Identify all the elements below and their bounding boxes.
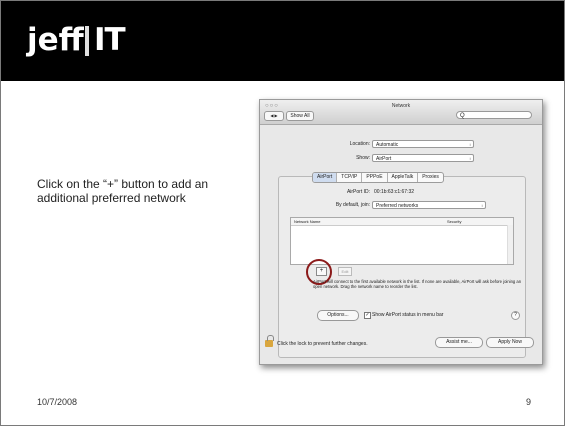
show-label: Show: <box>356 155 370 161</box>
logo-jeff-text: jeff <box>27 22 84 58</box>
table-scrollbar[interactable] <box>507 225 513 264</box>
tab-proxies[interactable]: Proxies <box>418 173 443 182</box>
slide-header: jeff IT <box>1 1 564 81</box>
popup-arrows-icon: ↕ <box>469 156 471 161</box>
show-all-button[interactable]: Show All <box>286 111 314 121</box>
jeffit-logo: jeff IT <box>27 20 126 60</box>
column-network-name[interactable]: Network Name <box>294 218 320 225</box>
window-title: Network <box>391 103 411 109</box>
show-popup[interactable]: AirPort ↕ <box>372 154 474 162</box>
lock-text: Click the lock to prevent further change… <box>277 341 368 347</box>
network-preferences-window: ○○○ Network ◀ ▶ Show All Q Location: Aut… <box>259 99 543 365</box>
instruction-text: Click on the “+” button to add an additi… <box>37 177 209 205</box>
location-label: Location: <box>349 141 370 147</box>
default-join-value: Preferred networks <box>376 203 419 209</box>
slide-date: 10/7/2008 <box>37 397 78 407</box>
connection-info-text: AirPort will connect to the first availa… <box>313 279 522 289</box>
popup-arrows-icon: ↕ <box>469 142 471 147</box>
edit-network-button[interactable]: Edit <box>338 267 352 276</box>
assist-me-button[interactable]: Assist me... <box>435 337 483 348</box>
logo-divider-bar <box>85 26 89 56</box>
column-security[interactable]: Security <box>447 218 461 225</box>
tab-tcpip[interactable]: TCP/IP <box>337 173 363 182</box>
show-status-checkbox[interactable]: ✓ <box>364 312 371 319</box>
magnifier-icon: Q <box>460 113 465 119</box>
popup-arrows-icon: ↕ <box>481 203 483 208</box>
default-join-label: By default, join: <box>335 202 370 208</box>
apply-now-button[interactable]: Apply Now <box>486 337 534 348</box>
airport-id-value: 00:1b:63:c1:67:32 <box>374 189 415 195</box>
search-field[interactable]: Q <box>456 111 532 119</box>
show-status-label: Show AirPort status in menu bar <box>372 312 444 318</box>
tab-appletalk[interactable]: AppleTalk <box>388 173 419 182</box>
window-titlebar: ○○○ Network ◀ ▶ Show All Q <box>260 100 542 125</box>
settings-tabs: AirPort TCP/IP PPPoE AppleTalk Proxies <box>312 172 444 183</box>
tab-airport[interactable]: AirPort <box>313 173 338 182</box>
back-forward-button[interactable]: ◀ ▶ <box>264 111 284 121</box>
slide-page-number: 9 <box>526 397 532 407</box>
default-join-popup[interactable]: Preferred networks ↕ <box>372 201 486 209</box>
preferred-networks-table[interactable]: Network Name Security <box>290 217 514 265</box>
lock-icon[interactable] <box>265 335 274 347</box>
options-button[interactable]: Options... <box>317 310 359 321</box>
airport-id-label: AirPort ID: <box>346 189 370 195</box>
slide: jeff IT Click on the “+” button to add a… <box>0 0 565 426</box>
location-value: Automatic <box>376 142 399 148</box>
logo-it-text: IT <box>94 22 126 58</box>
table-header: Network Name Security <box>291 218 513 226</box>
help-button[interactable]: ? <box>511 311 520 320</box>
location-popup[interactable]: Automatic ↕ <box>372 140 474 148</box>
show-value: AirPort <box>376 156 392 162</box>
tab-pppoe[interactable]: PPPoE <box>362 173 388 182</box>
